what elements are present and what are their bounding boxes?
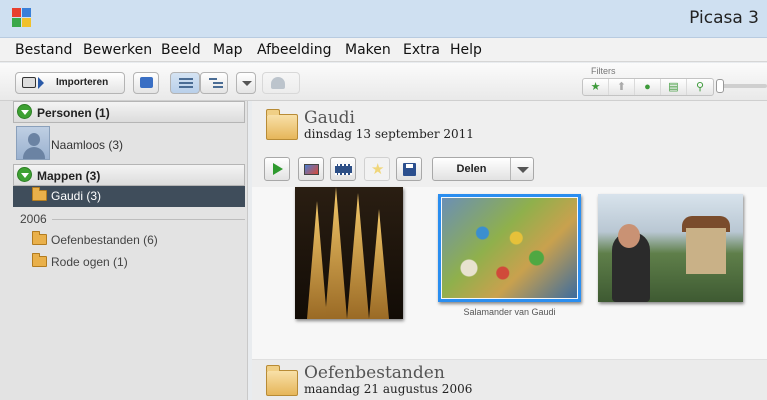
folder-icon bbox=[32, 253, 47, 267]
photo-thumbnail-selected[interactable] bbox=[438, 194, 581, 302]
year-divider: 2006 bbox=[20, 212, 245, 226]
person-item[interactable]: Naamloos (3) bbox=[13, 126, 245, 162]
film-icon bbox=[335, 164, 352, 175]
filters-label: Filters bbox=[591, 66, 616, 76]
album-header: Oefenbestanden maandag 21 augustus 2006 bbox=[252, 359, 767, 400]
toolbar: Importeren Filters ★ ⬆ ● ▤ ⚲ bbox=[0, 63, 767, 101]
window-title: Picasa 3 bbox=[689, 8, 759, 28]
star-button[interactable]: ★ bbox=[364, 157, 390, 181]
menu-bestand[interactable]: Bestand bbox=[15, 42, 72, 58]
avatar bbox=[16, 126, 50, 160]
folder-item-gaudi[interactable]: Gaudi (3) bbox=[13, 186, 245, 207]
people-section-header[interactable]: Personen (1) bbox=[13, 101, 245, 123]
import-button[interactable]: Importeren bbox=[15, 72, 125, 94]
menu-help[interactable]: Help bbox=[450, 42, 482, 58]
collapse-icon bbox=[17, 167, 32, 182]
person-name: Naamloos (3) bbox=[51, 138, 124, 152]
tree-list-icon bbox=[209, 78, 223, 88]
person-icon bbox=[271, 77, 285, 89]
chevron-down-icon[interactable] bbox=[517, 167, 529, 173]
person-filter-icon[interactable]: ● bbox=[635, 79, 661, 95]
chevron-down-icon bbox=[242, 81, 252, 86]
star-filter-icon[interactable]: ★ bbox=[583, 79, 609, 95]
save-icon bbox=[403, 163, 416, 176]
menu-bar: Bestand Bewerken Beeld Map Afbeelding Ma… bbox=[0, 38, 767, 62]
arrow-right-icon bbox=[38, 77, 44, 89]
filter-slider-handle[interactable] bbox=[716, 79, 724, 93]
album-header: Gaudi dinsdag 13 september 2011 bbox=[252, 101, 767, 151]
folder-item-rode-ogen[interactable]: Rode ogen (1) bbox=[13, 252, 245, 273]
thumbnail-grid: Salamander van Gaudi bbox=[252, 187, 767, 357]
slideshow-button[interactable] bbox=[264, 157, 290, 181]
collage-icon bbox=[304, 164, 319, 175]
album-date: maandag 21 augustus 2006 bbox=[304, 382, 473, 396]
flat-list-view-button[interactable] bbox=[170, 72, 200, 94]
photo-caption: Salamander van Gaudi bbox=[463, 307, 556, 317]
folder-name: Rode ogen (1) bbox=[51, 255, 128, 269]
tree-view-button[interactable] bbox=[200, 72, 228, 94]
photo-library-view: Gaudi dinsdag 13 september 2011 ★ Delen bbox=[252, 101, 767, 400]
location-filter-icon[interactable]: ⚲ bbox=[687, 79, 713, 95]
folder-item-oefenbestanden[interactable]: Oefenbestanden (6) bbox=[13, 230, 245, 251]
photo-thumbnail[interactable] bbox=[598, 194, 743, 302]
album-date: dinsdag 13 september 2011 bbox=[304, 127, 474, 141]
menu-afbeelding[interactable]: Afbeelding bbox=[257, 42, 332, 58]
star-icon: ★ bbox=[371, 161, 385, 178]
menu-beeld[interactable]: Beeld bbox=[161, 42, 201, 58]
album-title[interactable]: Oefenbestanden bbox=[304, 363, 445, 383]
import-label: Importeren bbox=[56, 77, 109, 88]
folder-icon bbox=[266, 109, 298, 140]
title-bar: Picasa 3 bbox=[0, 0, 767, 38]
collage-button[interactable] bbox=[298, 157, 324, 181]
folder-name: Oefenbestanden (6) bbox=[51, 233, 158, 247]
year-label: 2006 bbox=[20, 212, 47, 226]
folders-section-header[interactable]: Mappen (3) bbox=[13, 164, 245, 186]
list-icon bbox=[179, 78, 193, 88]
upload-filter-icon[interactable]: ⬆ bbox=[609, 79, 635, 95]
movie-button[interactable] bbox=[330, 157, 356, 181]
collapse-icon bbox=[17, 104, 32, 119]
share-label: Delen bbox=[456, 163, 487, 175]
person-silhouette-icon bbox=[28, 133, 40, 146]
album-icon bbox=[140, 77, 153, 88]
folders-section-label: Mappen (3) bbox=[37, 169, 101, 183]
export-button[interactable] bbox=[396, 157, 422, 181]
menu-maken[interactable]: Maken bbox=[345, 42, 391, 58]
filter-slider-track[interactable] bbox=[718, 84, 767, 88]
filter-group: ★ ⬆ ● ▤ ⚲ bbox=[582, 78, 714, 96]
add-to-album-button[interactable] bbox=[133, 72, 159, 94]
share-button[interactable]: Delen bbox=[432, 157, 534, 181]
folder-icon bbox=[32, 231, 47, 245]
menu-extra[interactable]: Extra bbox=[403, 42, 440, 58]
folder-icon bbox=[32, 187, 47, 201]
people-button[interactable] bbox=[262, 72, 300, 94]
album-action-bar: ★ Delen bbox=[252, 151, 767, 187]
divider bbox=[52, 219, 245, 220]
photo-thumbnail[interactable] bbox=[295, 187, 403, 319]
folder-name: Gaudi (3) bbox=[51, 189, 102, 203]
play-icon bbox=[273, 163, 283, 175]
menu-map[interactable]: Map bbox=[213, 42, 243, 58]
menu-bewerken[interactable]: Bewerken bbox=[83, 42, 152, 58]
folder-icon bbox=[266, 365, 298, 396]
view-dropdown-button[interactable] bbox=[236, 72, 256, 94]
picasa-logo-icon bbox=[12, 8, 32, 28]
camera-icon bbox=[22, 77, 36, 88]
people-section-label: Personen (1) bbox=[37, 106, 110, 120]
video-filter-icon[interactable]: ▤ bbox=[661, 79, 687, 95]
album-title[interactable]: Gaudi bbox=[304, 108, 355, 128]
